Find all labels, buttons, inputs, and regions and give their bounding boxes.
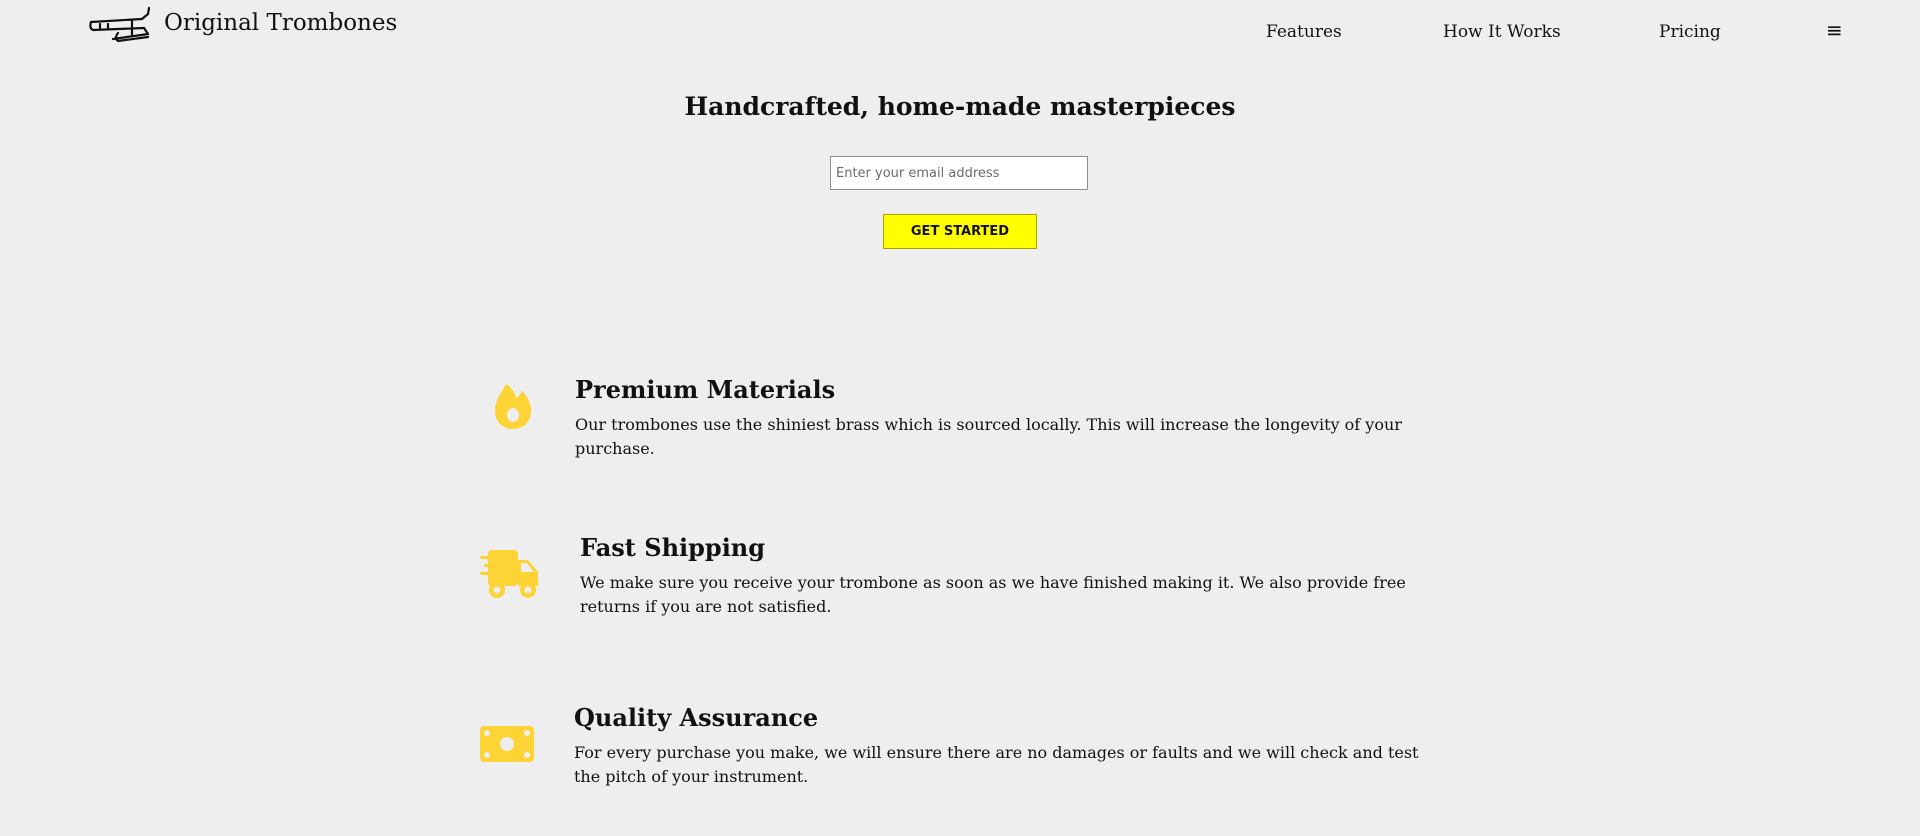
- feature-title: Quality Assurance: [574, 703, 819, 732]
- feature-title: Fast Shipping: [580, 533, 766, 562]
- feature-description: For every purchase you make, we will ens…: [574, 743, 1419, 786]
- money-bill-icon: [480, 726, 534, 762]
- hamburger-menu-icon[interactable]: ≡: [1826, 20, 1843, 40]
- hero-title: Handcrafted, home-made masterpieces: [684, 92, 1236, 121]
- truck-icon: [480, 550, 538, 598]
- logo[interactable]: Original Trombones: [88, 6, 397, 44]
- fire-icon: [495, 384, 531, 429]
- nav-link-features[interactable]: Features: [1266, 22, 1342, 42]
- nav-link-how-it-works[interactable]: How It Works: [1443, 22, 1561, 42]
- feature-description: Our trombones use the shiniest brass whi…: [575, 415, 1402, 458]
- feature-description: We make sure you receive your trombone a…: [580, 573, 1406, 616]
- nav-link-pricing[interactable]: Pricing: [1659, 22, 1721, 42]
- trombone-icon: [89, 6, 151, 43]
- site-header: Original Trombones Features How It Works…: [0, 0, 1920, 64]
- email-input[interactable]: [830, 156, 1088, 190]
- feature-title: Premium Materials: [575, 375, 836, 404]
- brand-name: Original Trombones: [164, 10, 398, 36]
- get-started-button[interactable]: GET STARTED: [883, 214, 1037, 249]
